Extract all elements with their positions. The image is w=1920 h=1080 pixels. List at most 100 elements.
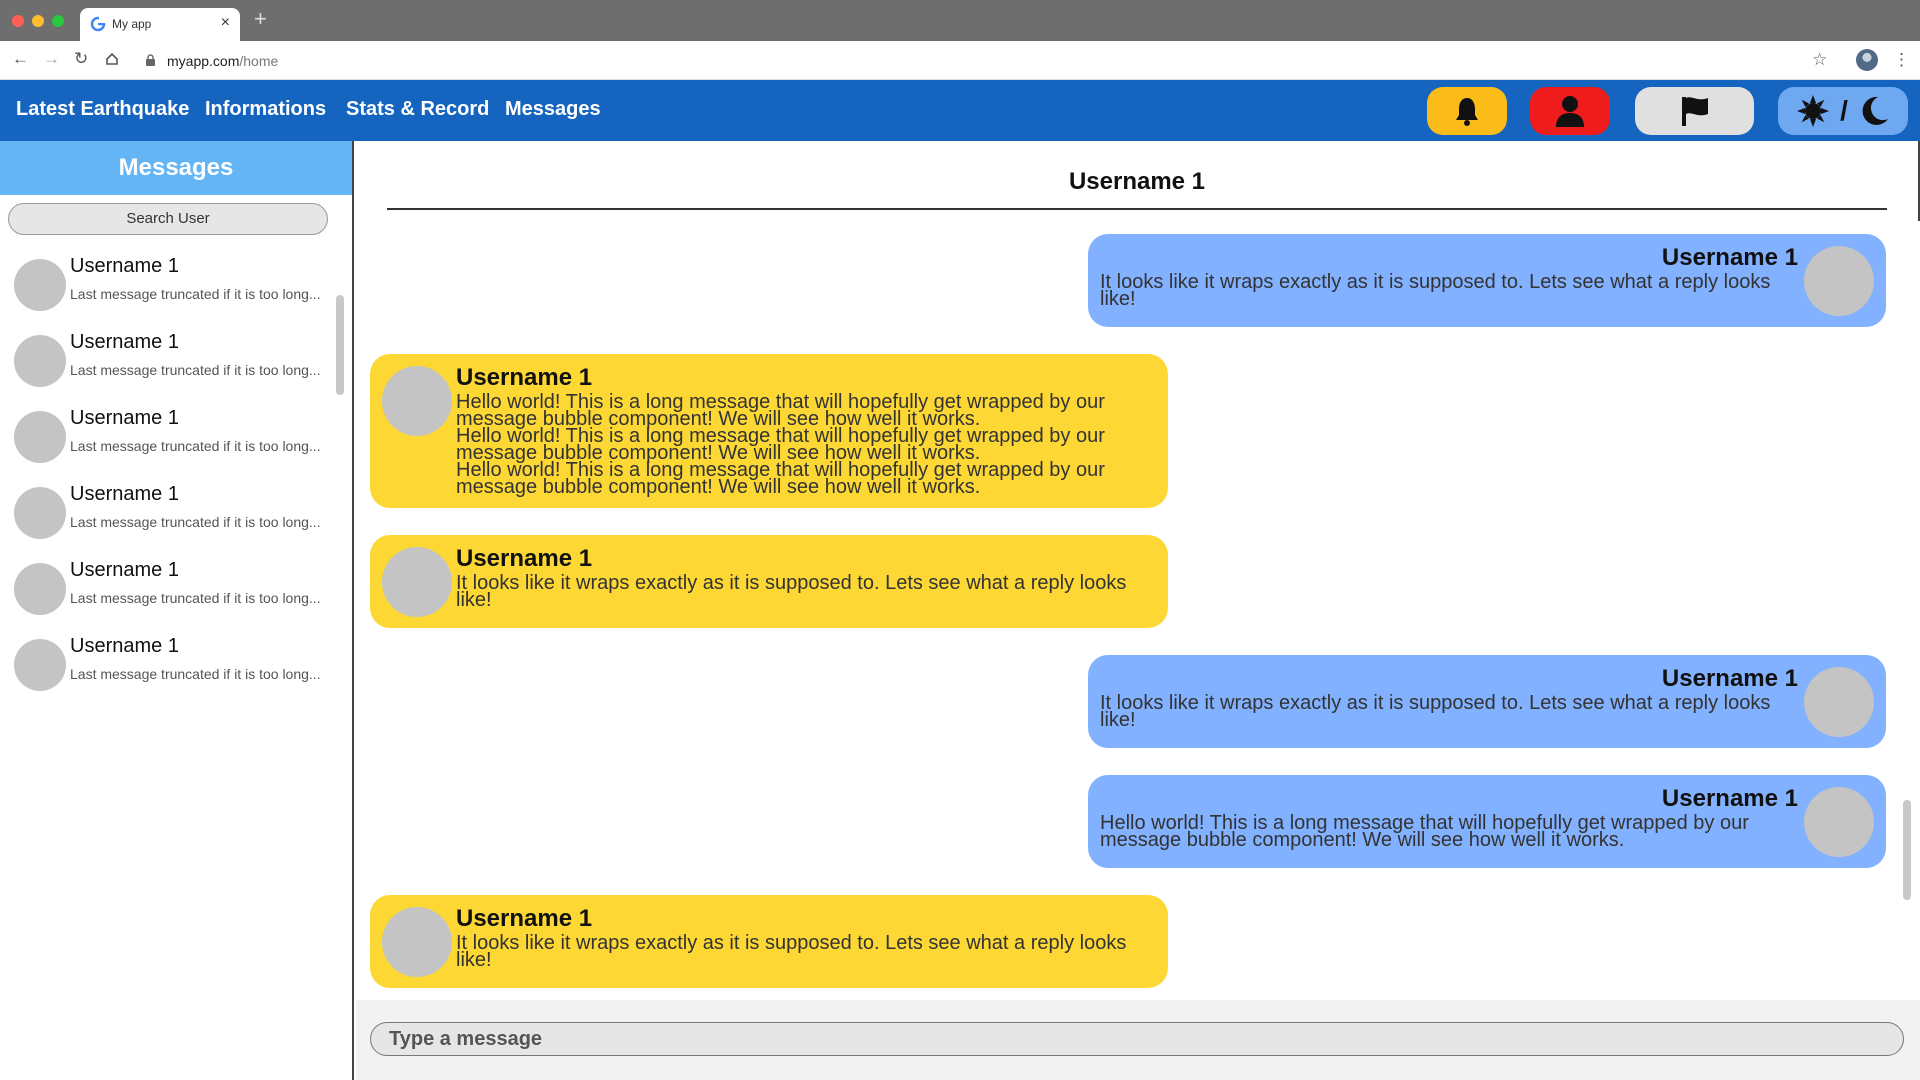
- message-line: It looks like it wraps exactly as it is …: [1100, 692, 1771, 714]
- conversation-name: Username 1: [70, 483, 179, 505]
- sun-icon: [1797, 95, 1830, 127]
- reload-icon[interactable]: ↻: [74, 50, 88, 67]
- message-bubble-sent: Username 1 It looks like it wraps exactl…: [1088, 655, 1886, 748]
- message-author: Username 1: [456, 545, 593, 572]
- message-composer: Type a message: [356, 1000, 1920, 1080]
- message-text: It looks like it wraps exactly as it is …: [1100, 271, 1790, 310]
- message-line: like!: [456, 949, 492, 971]
- conversation-last-message: Last message truncated if it is too long…: [70, 362, 321, 378]
- conversation-last-message: Last message truncated if it is too long…: [70, 286, 321, 302]
- url-path: /home: [239, 53, 279, 69]
- message-bubble-received: Username 1 It looks like it wraps exactl…: [370, 895, 1168, 988]
- message-author: Username 1: [456, 905, 593, 932]
- avatar: [14, 487, 66, 539]
- forward-arrow-icon[interactable]: →: [43, 50, 60, 67]
- nav-messages[interactable]: Messages: [505, 98, 601, 121]
- message-text: Hello world! This is a long message that…: [456, 392, 1146, 498]
- avatar: [382, 907, 452, 977]
- avatar: [1804, 667, 1874, 737]
- message-author: Username 1: [1661, 244, 1798, 271]
- conversations-sidebar: Messages Search User Username 1 Last mes…: [0, 141, 354, 1080]
- avatar: [382, 547, 452, 617]
- message-text: It looks like it wraps exactly as it is …: [456, 572, 1146, 611]
- message-text: It looks like it wraps exactly as it is …: [1100, 692, 1790, 731]
- message-text: It looks like it wraps exactly as it is …: [456, 932, 1146, 971]
- message-line: It looks like it wraps exactly as it is …: [1100, 271, 1771, 293]
- message-bubble-sent: Username 1 Hello world! This is a long m…: [1088, 775, 1886, 868]
- avatar: [14, 639, 66, 691]
- conversation-name: Username 1: [70, 559, 179, 581]
- message-line: like!: [1100, 709, 1136, 731]
- message-line: message bubble component! We will see ho…: [1100, 829, 1625, 851]
- url-domain: myapp.com: [167, 53, 240, 69]
- nav-latest-earthquake[interactable]: Latest Earthquake: [16, 98, 189, 121]
- conversation-item[interactable]: Username 1 Last message truncated if it …: [14, 557, 334, 617]
- address-bar: ← → ↻ myapp.com/home ☆ ⋮: [0, 41, 1920, 80]
- conversation-name: Username 1: [70, 407, 179, 429]
- conversation-item[interactable]: Username 1 Last message truncated if it …: [14, 253, 334, 313]
- conversation-item[interactable]: Username 1 Last message truncated if it …: [14, 405, 334, 465]
- google-favicon-icon: [90, 16, 106, 32]
- message-line: message bubble component! We will see ho…: [456, 476, 981, 498]
- chat-title: Username 1: [387, 162, 1887, 210]
- conversation-name: Username 1: [70, 635, 179, 657]
- nav-informations[interactable]: Informations: [205, 98, 326, 121]
- conversation-name: Username 1: [70, 255, 179, 277]
- browser-tab-bar: My app × +: [0, 0, 1920, 41]
- app-nav-bar: Latest Earthquake Informations Stats & R…: [0, 80, 1920, 141]
- message-line: like!: [1100, 288, 1136, 310]
- search-user-input[interactable]: Search User: [8, 203, 328, 235]
- bell-icon: [1456, 98, 1478, 126]
- theme-toggle-button[interactable]: /: [1778, 87, 1908, 135]
- conversation-item[interactable]: Username 1 Last message truncated if it …: [14, 329, 334, 389]
- message-bubble-received: Username 1 Hello world! This is a long m…: [370, 354, 1168, 508]
- message-bubble-received: Username 1 It looks like it wraps exactl…: [370, 535, 1168, 628]
- home-icon[interactable]: [105, 52, 119, 66]
- profile-button[interactable]: [1530, 87, 1610, 135]
- conversation-last-message: Last message truncated if it is too long…: [70, 590, 321, 606]
- avatar: [14, 335, 66, 387]
- sidebar-scrollbar[interactable]: [336, 295, 344, 395]
- notifications-button[interactable]: [1427, 87, 1507, 135]
- conversation-last-message: Last message truncated if it is too long…: [70, 438, 321, 454]
- tab-close-icon[interactable]: ×: [221, 14, 230, 32]
- window-close-button[interactable]: [12, 15, 24, 27]
- conversation-last-message: Last message truncated if it is too long…: [70, 514, 321, 530]
- chat-scrollbar[interactable]: [1903, 800, 1911, 900]
- star-icon[interactable]: ☆: [1812, 50, 1827, 70]
- window-minimize-button[interactable]: [32, 15, 44, 27]
- message-bubble-sent: Username 1 It looks like it wraps exactl…: [1088, 234, 1886, 327]
- avatar: [1804, 246, 1874, 316]
- avatar: [1804, 787, 1874, 857]
- message-line: It looks like it wraps exactly as it is …: [456, 572, 1127, 594]
- user-icon: [1556, 96, 1584, 127]
- more-menu-icon[interactable]: ⋮: [1893, 50, 1910, 70]
- flag-icon: [1681, 97, 1708, 126]
- conversation-item[interactable]: Username 1 Last message truncated if it …: [14, 633, 334, 693]
- message-author: Username 1: [456, 364, 593, 391]
- report-button[interactable]: [1635, 87, 1754, 135]
- tab-title: My app: [112, 17, 152, 31]
- message-text: Hello world! This is a long message that…: [1100, 813, 1790, 851]
- message-input[interactable]: Type a message: [370, 1022, 1904, 1056]
- message-author: Username 1: [1661, 665, 1798, 692]
- profile-avatar-icon[interactable]: [1856, 49, 1878, 71]
- moon-icon: [1862, 96, 1888, 125]
- back-arrow-icon[interactable]: ←: [12, 50, 29, 67]
- browser-tab[interactable]: My app ×: [80, 8, 240, 41]
- window-maximize-button[interactable]: [52, 15, 64, 27]
- sidebar-title: Messages: [0, 141, 352, 195]
- message-line: It looks like it wraps exactly as it is …: [456, 932, 1127, 954]
- lock-icon[interactable]: [145, 54, 156, 66]
- message-author: Username 1: [1661, 785, 1798, 812]
- avatar: [14, 259, 66, 311]
- nav-stats-record[interactable]: Stats & Record: [346, 98, 489, 121]
- avatar: [382, 366, 452, 436]
- message-line: like!: [456, 589, 492, 611]
- conversation-item[interactable]: Username 1 Last message truncated if it …: [14, 481, 334, 541]
- avatar: [14, 563, 66, 615]
- theme-separator: /: [1840, 95, 1848, 126]
- conversation-name: Username 1: [70, 331, 179, 353]
- plus-icon[interactable]: +: [254, 8, 267, 30]
- url-field[interactable]: myapp.com/home: [167, 53, 278, 69]
